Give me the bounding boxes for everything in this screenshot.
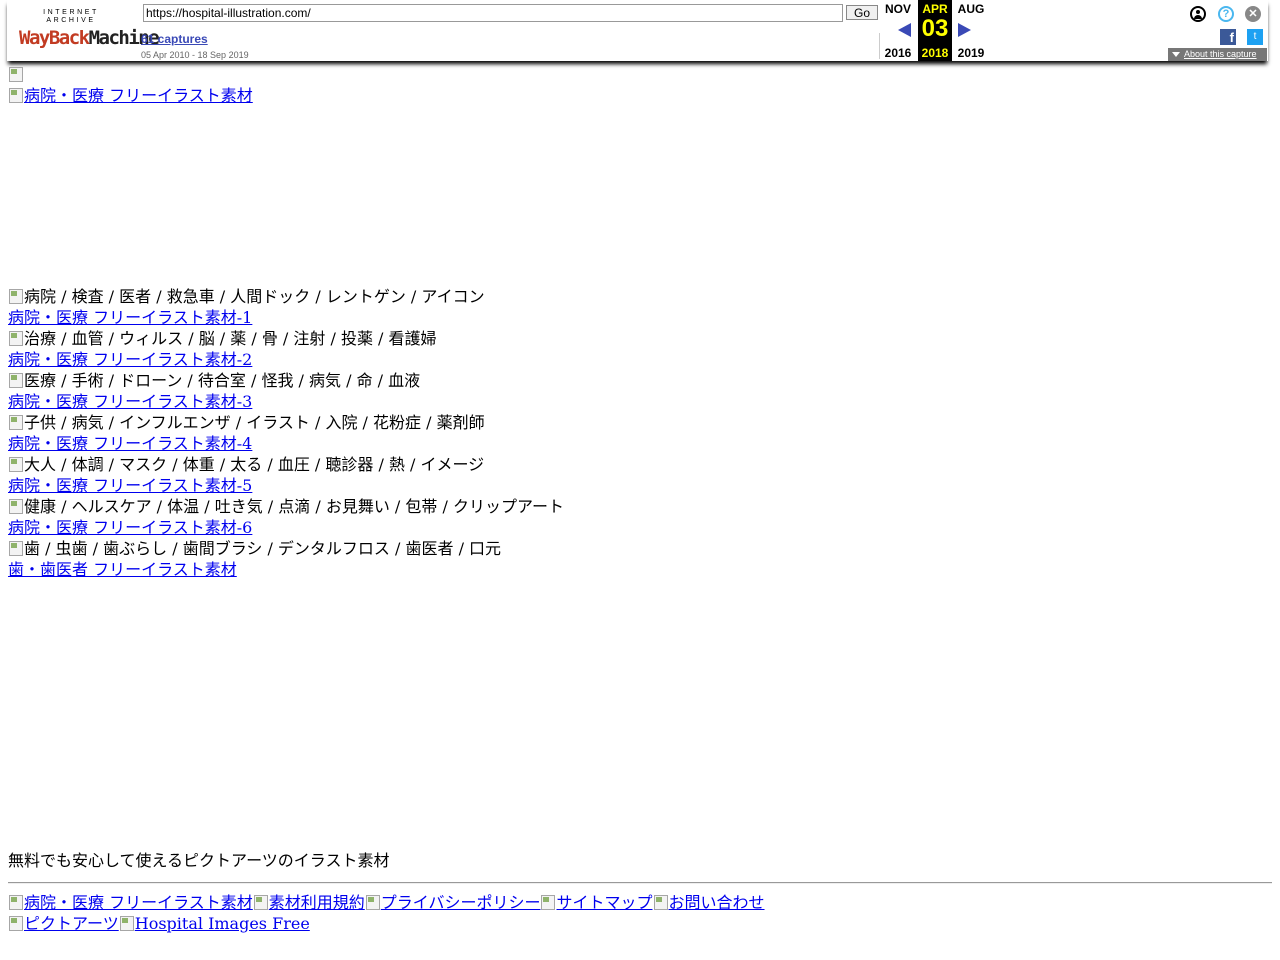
broken-image-icon <box>253 894 269 910</box>
captures-link[interactable]: 61 captures <box>141 32 208 46</box>
broken-image-icon <box>653 894 669 910</box>
footer-divider <box>8 882 1272 884</box>
category-link-6[interactable]: 病院・医療 フリーイラスト素材-6 <box>8 518 252 537</box>
help-icon[interactable]: ? <box>1218 6 1234 22</box>
next-month-link[interactable]: AUG <box>955 2 987 16</box>
about-this-capture-button[interactable]: About this capture <box>1168 48 1267 61</box>
footer-links-row: 病院・医療 フリーイラスト素材 素材利用規約 プライバシーポリシー サイトマップ お問い… <box>8 892 1272 913</box>
category-link-row: 病院・医療 フリーイラスト素材-4 <box>8 433 1272 454</box>
category-tags: 子供 / 病気 / インフルエンザ / イラスト / 入院 / 花粉症 / 薬剤… <box>8 412 1272 433</box>
user-account-icon[interactable] <box>1190 6 1206 22</box>
footer-contact-link[interactable]: お問い合わせ <box>653 893 765 912</box>
broken-header-image <box>8 64 1272 85</box>
current-day: 03 <box>921 15 949 42</box>
category-link-row: 病院・医療 フリーイラスト素材-3 <box>8 391 1272 412</box>
broken-image-icon <box>8 330 24 346</box>
facebook-share-icon[interactable]: f <box>1220 29 1236 45</box>
category-tags: 病院 / 検査 / 医者 / 救急車 / 人間ドック / レントゲン / アイコ… <box>8 286 1272 307</box>
category-link-1[interactable]: 病院・医療 フリーイラスト素材-1 <box>8 308 252 327</box>
category-link-2[interactable]: 病院・医療 フリーイラスト素材-2 <box>8 350 252 369</box>
category-link-4[interactable]: 病院・医療 フリーイラスト素材-4 <box>8 434 252 453</box>
chevron-down-icon <box>1172 52 1180 57</box>
close-icon[interactable]: ✕ <box>1245 6 1261 22</box>
broken-image-icon <box>8 915 24 931</box>
broken-image-icon <box>8 498 24 514</box>
about-capture-label: About this capture <box>1184 49 1257 59</box>
broken-image-icon <box>8 540 24 556</box>
blank-ad-area <box>8 580 1272 850</box>
category-list: 病院 / 検査 / 医者 / 救急車 / 人間ドック / レントゲン / アイコ… <box>8 286 1272 580</box>
broken-image-icon <box>8 372 24 388</box>
capture-date-range: 05 Apr 2010 - 18 Sep 2019 <box>141 50 249 60</box>
category-link-row: 病院・医療 フリーイラスト素材-5 <box>8 475 1272 496</box>
category-tags: 大人 / 体調 / マスク / 体重 / 太る / 血圧 / 聴診器 / 熱 /… <box>8 454 1272 475</box>
broken-image-icon <box>119 915 135 931</box>
internet-archive-text: INTERNET ARCHIVE <box>43 9 99 24</box>
blank-ad-area <box>8 106 1272 286</box>
broken-image-icon <box>8 894 24 910</box>
wayback-machine-wordmark: WayBackMachine <box>19 27 160 49</box>
category-tags: 治療 / 血管 / ウィルス / 脳 / 薬 / 骨 / 注射 / 投薬 / 看… <box>8 328 1272 349</box>
category-tags: 健康 / ヘルスケア / 体温 / 吐き気 / 点滴 / お見舞い / 包帯 /… <box>8 496 1272 517</box>
site-logo-link-row: 病院・医療 フリーイラスト素材 <box>8 85 1272 106</box>
category-link-3[interactable]: 病院・医療 フリーイラスト素材-3 <box>8 392 252 411</box>
prev-capture-arrow-icon[interactable] <box>898 23 911 37</box>
footer-pictarts-link[interactable]: ピクトアーツ <box>8 914 119 933</box>
category-link-row: 病院・医療 フリーイラスト素材-2 <box>8 349 1272 370</box>
prev-year-link[interactable]: 2016 <box>882 46 914 60</box>
current-capture-date: APR 03 2018 <box>918 0 952 61</box>
site-tagline: 無料でも安心して使えるピクトアーツのイラスト素材 <box>8 851 390 870</box>
next-year-link[interactable]: 2019 <box>955 46 987 60</box>
current-year: 2018 <box>921 46 949 60</box>
go-button[interactable]: Go <box>846 5 878 20</box>
category-link-5[interactable]: 病院・医療 フリーイラスト素材-5 <box>8 476 252 495</box>
broken-image-icon <box>8 414 24 430</box>
footer-privacy-link[interactable]: プライバシーポリシー <box>365 893 540 912</box>
category-tags: 歯 / 虫歯 / 歯ぶらし / 歯間ブラシ / デンタルフロス / 歯医者 / … <box>8 538 1272 559</box>
wayback-logo[interactable]: INTERNET ARCHIVE WayBackMachine <box>19 9 160 51</box>
prev-month-link[interactable]: NOV <box>882 2 914 16</box>
current-month: APR <box>922 2 948 16</box>
footer-terms-link[interactable]: 素材利用規約 <box>253 893 365 912</box>
next-capture-arrow-icon[interactable] <box>958 23 971 37</box>
category-link-dental[interactable]: 歯・歯医者 フリーイラスト素材 <box>8 560 237 579</box>
url-input[interactable] <box>143 4 843 22</box>
category-tags: 医療 / 手術 / ドローン / 待合室 / 怪我 / 病気 / 命 / 血液 <box>8 370 1272 391</box>
broken-image-icon <box>8 66 24 82</box>
archived-page: 病院・医療 フリーイラスト素材 病院 / 検査 / 医者 / 救急車 / 人間ド… <box>8 64 1272 934</box>
footer-sitemap-link[interactable]: サイトマップ <box>540 893 653 912</box>
broken-image-icon <box>365 894 381 910</box>
footer-home-link[interactable]: 病院・医療 フリーイラスト素材 <box>8 893 253 912</box>
site-logo-link[interactable]: 病院・医療 フリーイラスト素材 <box>8 86 253 105</box>
broken-image-icon <box>8 456 24 472</box>
broken-image-icon <box>8 288 24 304</box>
category-link-row: 病院・医療 フリーイラスト素材-6 <box>8 517 1272 538</box>
broken-image-icon <box>540 894 556 910</box>
category-link-row: 歯・歯医者 フリーイラスト素材 <box>8 559 1272 580</box>
broken-image-icon <box>8 87 24 103</box>
category-link-row: 病院・医療 フリーイラスト素材-1 <box>8 307 1272 328</box>
footer-partner-row: ピクトアーツ Hospital Images Free <box>8 913 1272 934</box>
footer-hospital-images-free-link[interactable]: Hospital Images Free <box>119 914 310 933</box>
twitter-share-icon[interactable]: t <box>1247 29 1263 45</box>
divider <box>879 33 880 59</box>
wayback-toolbar: INTERNET ARCHIVE WayBackMachine Go 61 ca… <box>7 0 1268 61</box>
